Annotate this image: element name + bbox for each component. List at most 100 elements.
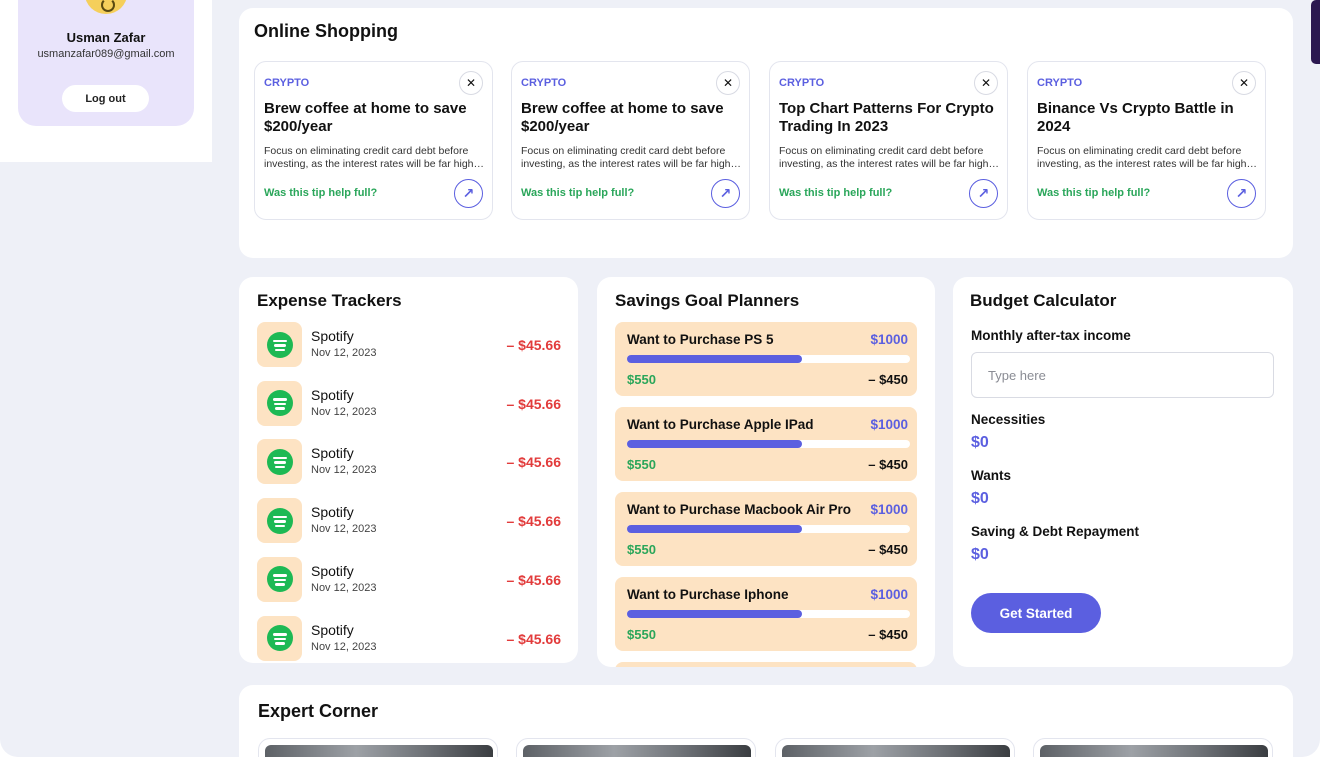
goal-target: $1000: [870, 502, 908, 517]
tip-category: CRYPTO: [779, 77, 825, 89]
tip-description: Focus on eliminating credit card debt be…: [1037, 145, 1256, 170]
tip-card[interactable]: CRYPTO ✕ Brew coffee at home to save $20…: [254, 61, 493, 220]
arrow-up-right-icon[interactable]: ↗: [454, 179, 483, 208]
close-icon[interactable]: ✕: [1232, 71, 1256, 95]
expense-name: Spotify: [311, 621, 354, 638]
logout-button[interactable]: Log out: [62, 85, 149, 112]
goal-saved: $550: [627, 542, 656, 557]
avatar: [85, 0, 127, 14]
close-icon[interactable]: ✕: [459, 71, 483, 95]
expense-icon-box: [257, 498, 302, 544]
spotify-icon: [266, 331, 293, 358]
expense-row[interactable]: Spotify Nov 12, 2023 – $45.66: [257, 380, 562, 427]
tip-description: Focus on eliminating credit card debt be…: [521, 145, 740, 170]
saving-value: $0: [971, 546, 989, 563]
necessities-value: $0: [971, 434, 989, 451]
expense-trackers-panel: Expense Trackers Spotify Nov 12, 2023 – $4…: [239, 277, 578, 663]
goal-remaining: – $450: [868, 372, 908, 387]
expense-icon-box: [257, 322, 302, 367]
tip-feedback-link[interactable]: Was this tip help full?: [264, 187, 377, 199]
tip-title: Brew coffee at home to save $200/year: [521, 100, 724, 135]
arrow-up-right-icon[interactable]: ↗: [969, 179, 998, 208]
savings-goals-panel: Savings Goal Planners Want to Purchase P…: [597, 277, 935, 667]
profile-card: Usman Zafar usmanzafar089@gmail.com Log …: [18, 0, 194, 126]
expense-date: Nov 12, 2023: [311, 347, 377, 359]
close-icon[interactable]: ✕: [974, 71, 998, 95]
goal-remaining: – $450: [868, 542, 908, 557]
expense-name: Spotify: [311, 386, 354, 403]
spotify-icon: [266, 448, 293, 475]
expense-date: Nov 12, 2023: [311, 523, 377, 536]
wants-label: Wants: [971, 468, 1011, 483]
tip-category: CRYPTO: [264, 77, 310, 89]
budget-calculator-panel: Budget Calculator Monthly after-tax inco…: [953, 277, 1293, 667]
goal-progress-fill: [627, 610, 803, 618]
spotify-icon: [266, 625, 293, 651]
tip-card[interactable]: CRYPTO ✕ Binance Vs Crypto Battle in 202…: [1027, 61, 1266, 220]
tip-feedback-link[interactable]: Was this tip help full?: [779, 187, 892, 199]
goal-progress-fill: [627, 440, 803, 448]
expense-date: Nov 12, 2023: [311, 581, 377, 594]
sidebar: Usman Zafar usmanzafar089@gmail.com Log …: [0, 0, 212, 162]
arrow-up-right-icon[interactable]: ↗: [1227, 179, 1256, 208]
goal-progress-fill: [627, 525, 803, 533]
tip-title: Top Chart Patterns For Crypto Trading In…: [779, 100, 994, 135]
goal-card[interactable]: Want to Purchase Iphone $1000 $550 – $450: [615, 577, 917, 651]
budget-calculator-title: Budget Calculator: [970, 291, 1117, 310]
income-label: Monthly after-tax income: [971, 328, 1131, 343]
goal-target: $1000: [870, 417, 908, 432]
expense-icon-box: [257, 439, 302, 485]
goal-progress-track: [627, 440, 910, 448]
tip-description: Focus on eliminating credit card debt be…: [264, 145, 483, 170]
expert-card[interactable]: [1033, 738, 1273, 757]
spotify-icon: [266, 566, 293, 593]
spotify-icon: [266, 390, 293, 417]
wants-value: $0: [971, 490, 989, 507]
expense-name: Spotify: [311, 328, 354, 344]
tip-card[interactable]: CRYPTO ✕ Top Chart Patterns For Crypto T…: [769, 61, 1008, 220]
goal-progress-track: [627, 525, 910, 533]
goal-saved: $550: [627, 627, 656, 642]
tip-feedback-link[interactable]: Was this tip help full?: [1037, 187, 1150, 199]
expense-icon-box: [257, 556, 302, 602]
expert-card[interactable]: [258, 738, 498, 757]
expense-row[interactable]: Spotify Nov 12, 2023 – $45.66: [257, 322, 561, 368]
tip-title: Brew coffee at home to save $200/year: [264, 100, 467, 135]
expense-row[interactable]: Spotify Nov 12, 2023 – $45.66: [257, 556, 562, 603]
tip-description: Focus on eliminating credit card debt be…: [779, 145, 998, 170]
expense-row[interactable]: Spotify Nov 12, 2023 – $45.66: [257, 439, 561, 485]
expense-trackers-title: Expense Trackers: [257, 291, 402, 310]
goal-card[interactable]: Want to Purchase Apple IPad $1000 $550 – $4…: [615, 407, 917, 481]
expert-card[interactable]: [516, 738, 756, 757]
tip-feedback-link[interactable]: Was this tip help full?: [521, 187, 634, 199]
goal-progress-fill: [627, 355, 803, 363]
tip-card[interactable]: CRYPTO ✕ Brew coffee at home to save $20…: [511, 61, 750, 220]
expense-amount: – $45.66: [506, 513, 562, 530]
goal-progress-track: [627, 610, 910, 618]
tip-category: CRYPTO: [521, 77, 567, 89]
user-email: usmanzafar089@gmail.com: [37, 48, 175, 60]
goal-title: Want to Purchase Iphone: [627, 587, 789, 602]
goal-card[interactable]: Want to Purchase PS 5 $1000 $550 – $450: [615, 322, 917, 396]
goal-card[interactable]: Want to Purchase Macbook Air Pro $1000 $55…: [615, 492, 917, 566]
close-icon[interactable]: ✕: [716, 71, 740, 95]
expert-card[interactable]: [775, 738, 1015, 757]
expense-row[interactable]: Spotify Nov 12, 2023 – $45.66: [257, 615, 561, 662]
get-started-button[interactable]: Get Started: [971, 593, 1101, 633]
expense-row[interactable]: Spotify Nov 12, 2023 – $45.66: [257, 498, 561, 544]
expert-thumbnail: [782, 745, 1010, 757]
goal-progress-track: [627, 355, 910, 363]
user-name: Usman Zafar: [66, 30, 146, 45]
goal-remaining: – $450: [868, 627, 908, 642]
expense-amount: – $45.66: [506, 395, 562, 412]
goal-card[interactable]: [615, 662, 917, 667]
expense-amount: – $45.66: [506, 571, 562, 588]
goal-title: Want to Purchase PS 5: [627, 332, 774, 347]
scrollbar-thumb[interactable]: [1311, 0, 1320, 64]
spotify-icon: [266, 507, 293, 534]
arrow-up-right-icon[interactable]: ↗: [711, 179, 740, 208]
income-input[interactable]: [971, 352, 1274, 398]
goal-target: $1000: [870, 587, 908, 602]
tip-category: CRYPTO: [1037, 77, 1083, 89]
expense-date: Nov 12, 2023: [311, 405, 377, 418]
